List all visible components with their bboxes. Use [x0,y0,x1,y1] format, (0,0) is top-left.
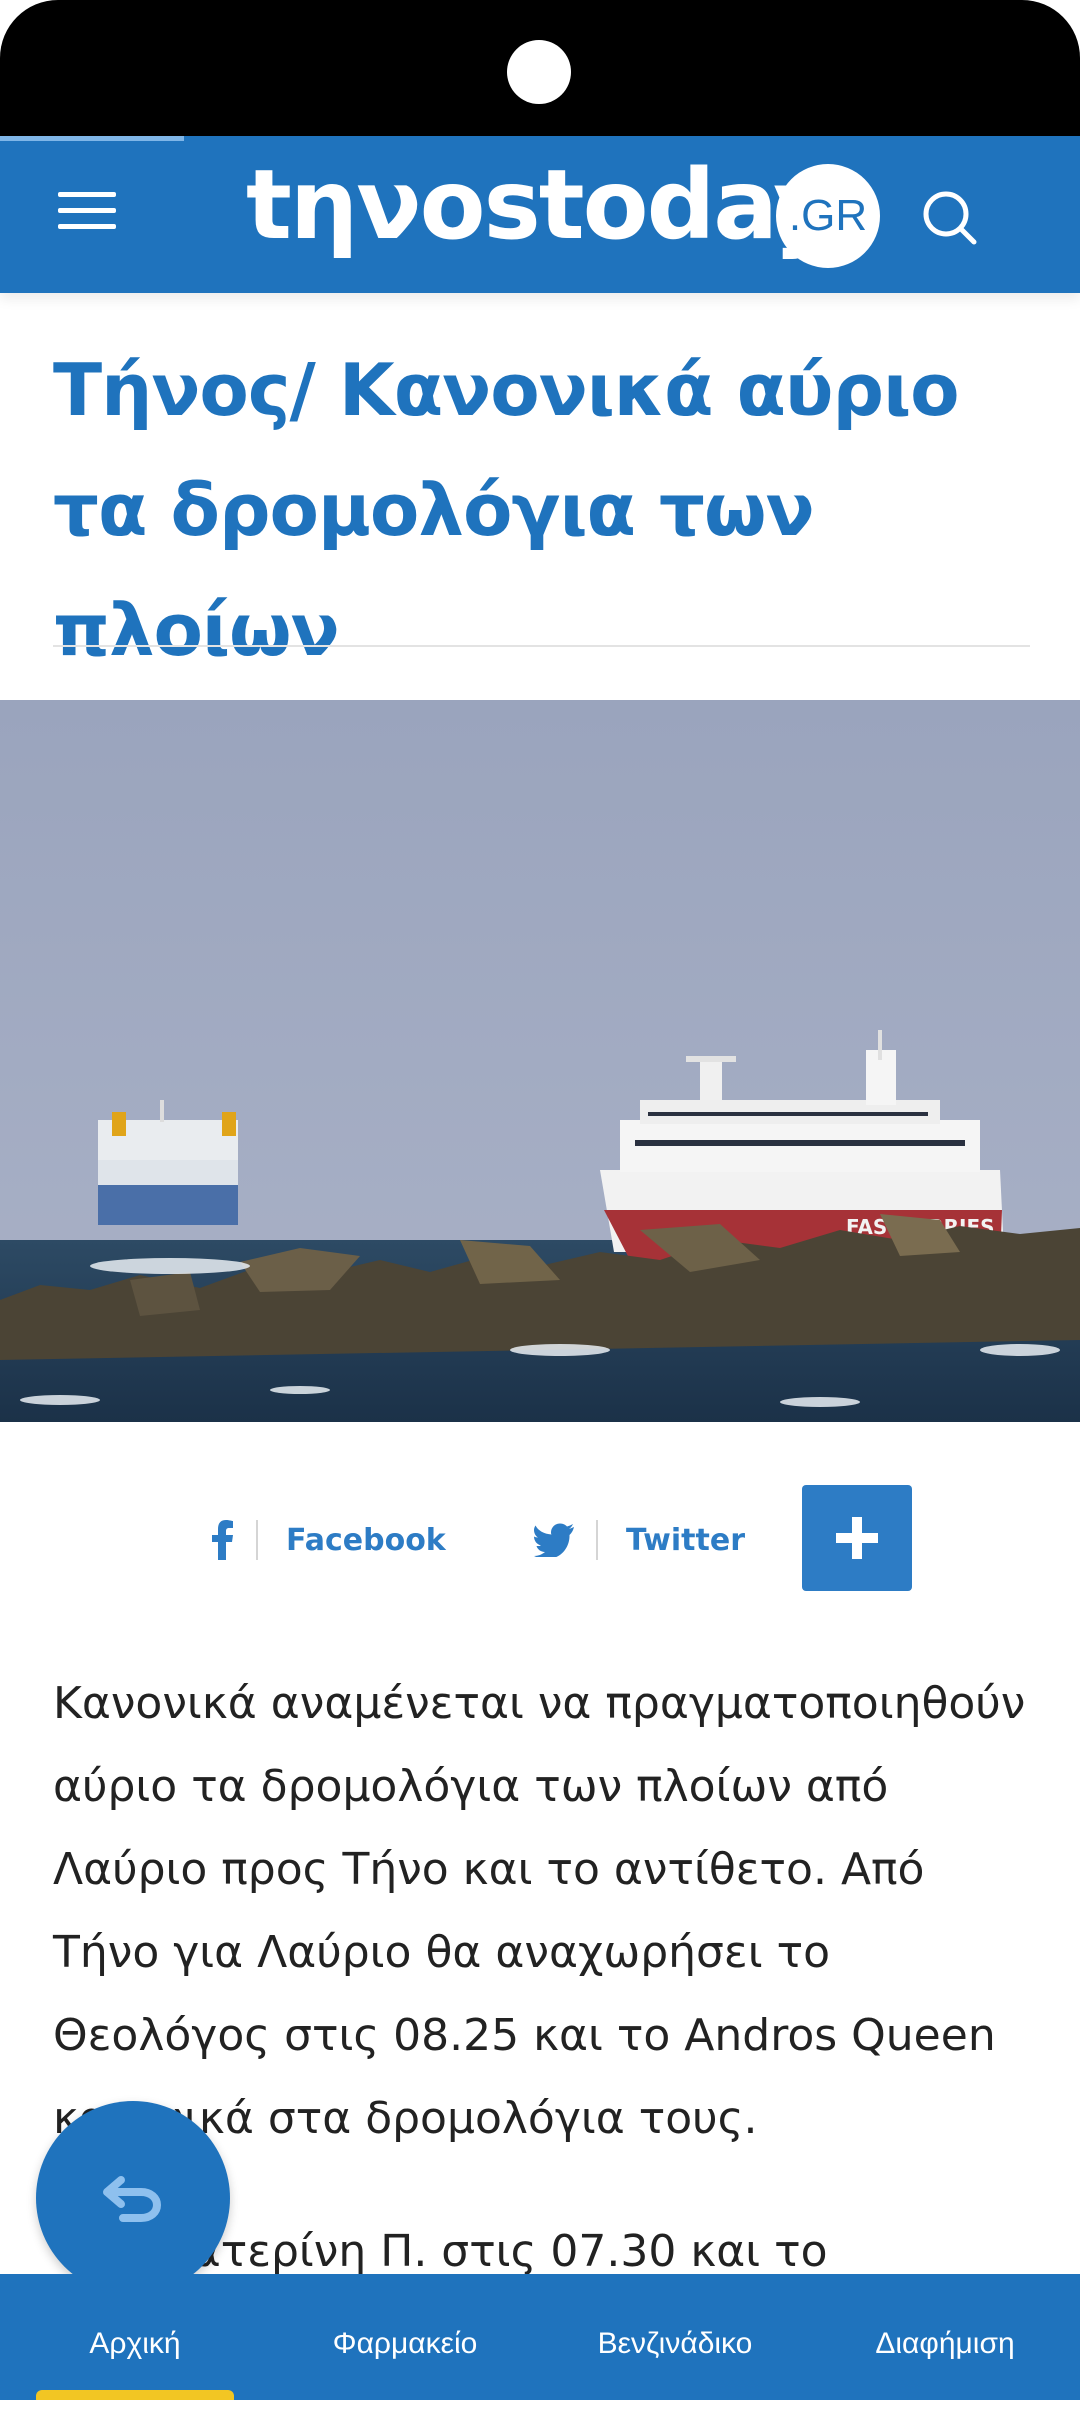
twitter-icon [534,1523,574,1557]
back-button[interactable] [36,2101,230,2295]
active-nav-indicator [36,2390,234,2400]
bottom-navigation: Αρχική Φαρμακείο Βενζινάδικο Διαφήμιση [0,2274,1080,2400]
back-arrow-icon [103,2176,162,2222]
site-header: tηνostoday .GR [0,136,1080,293]
front-camera [507,40,571,104]
status-bar [0,0,1080,136]
share-bar: Facebook Twitter [0,1485,1080,1595]
share-twitter-button[interactable]: Twitter [534,1485,745,1595]
title-divider [53,645,1030,647]
article-paragraph: Κανονικά αναμένεται να πραγματοποιηθούν … [53,1678,1026,2144]
nav-item-pharmacy[interactable]: Φαρμακείο [270,2274,540,2400]
reading-progress-bar [0,136,184,141]
hero-image: FASTFERRIES [0,700,1080,1422]
logo-badge: .GR [776,164,880,268]
facebook-label: Facebook [286,1522,446,1558]
nav-item-advertising[interactable]: Διαφήμιση [810,2274,1080,2400]
article-title: Τήνος/ Κανονικά αύριο τα δρομολόγια των … [53,348,960,672]
nav-item-gas-station[interactable]: Βενζινάδικο [540,2274,810,2400]
hamburger-menu-icon[interactable] [56,188,120,236]
logo-text: tηνostoday [246,149,836,261]
facebook-icon [212,1520,233,1560]
twitter-label: Twitter [626,1522,745,1558]
more-share-button[interactable] [802,1485,912,1591]
nav-item-home[interactable]: Αρχική [0,2274,270,2400]
search-icon[interactable] [918,184,982,248]
share-facebook-button[interactable]: Facebook [212,1485,446,1595]
